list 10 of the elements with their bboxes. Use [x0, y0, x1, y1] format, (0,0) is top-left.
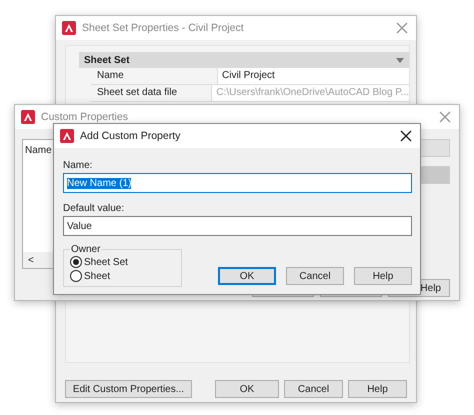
- field-label: Name:: [63, 160, 94, 171]
- window-title: Add Custom Property: [80, 130, 182, 142]
- group-title: Owner: [70, 244, 102, 255]
- window-title: Custom Properties: [41, 111, 129, 123]
- field-label: Default value:: [63, 203, 126, 214]
- column-header: Name: [25, 145, 52, 156]
- section-title: Sheet Set: [84, 54, 130, 66]
- property-name: Sheet set data file: [91, 85, 212, 101]
- property-name: Name: [91, 68, 218, 84]
- window-title: Sheet Set Properties - Civil Project: [82, 22, 245, 34]
